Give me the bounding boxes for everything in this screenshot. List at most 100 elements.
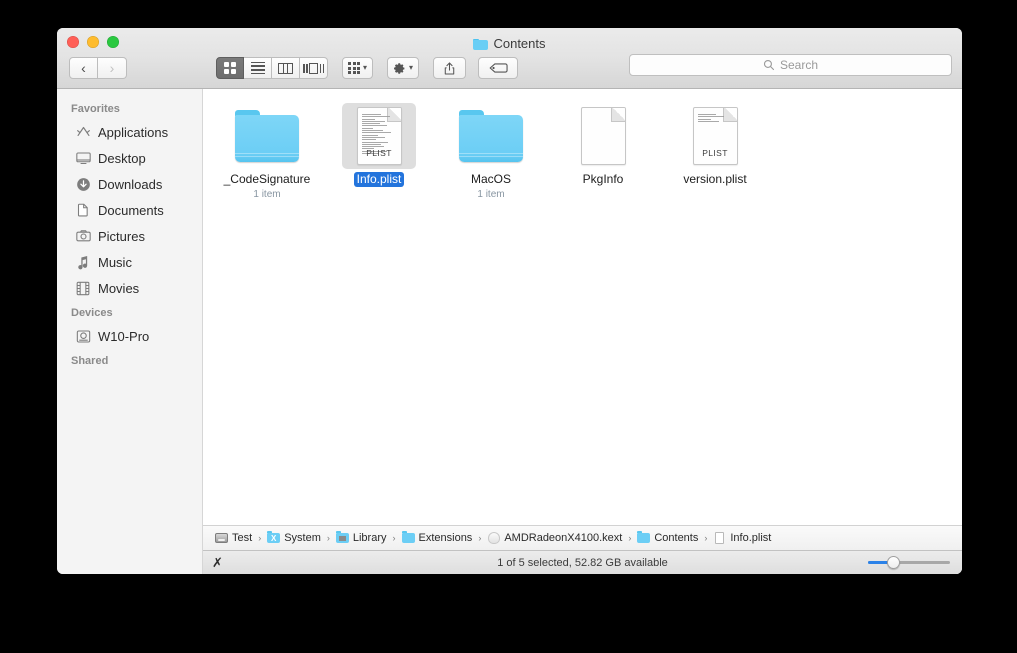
view-mode-buttons [216,57,328,79]
sidebar-item-label: Documents [98,202,164,218]
breadcrumb-separator-icon: › [258,533,262,543]
file-thumbnail[interactable]: PLIST [342,103,416,169]
pictures-icon [75,228,91,244]
breadcrumb-info-plist[interactable]: Info.plist [713,532,771,545]
document-icon [580,107,626,165]
folder-icon [401,531,415,545]
file-name[interactable]: Info.plist [353,172,405,187]
plist-document-icon: PLIST [692,107,738,165]
file-item[interactable]: _CodeSignature 1 item [211,103,323,201]
plist-document-icon: PLIST [356,107,402,165]
sidebar-item-label: Movies [98,280,140,296]
file-name[interactable]: version.plist [680,172,749,187]
search-input[interactable]: Search [780,58,818,72]
share-button[interactable] [433,57,467,79]
breadcrumb-label: Library [352,532,387,544]
maximize-window-button[interactable] [107,36,119,48]
coverflow-view-button[interactable] [300,57,328,79]
sidebar-item-applications[interactable]: Applications [57,119,202,145]
harddisk-icon [75,328,91,344]
harddisk-icon [215,532,228,545]
sidebar-item-label: Music [98,254,132,270]
close-window-button[interactable] [67,36,79,48]
applications-icon [75,124,91,140]
desktop-icon [75,150,91,166]
share-icon [444,61,455,75]
title-folder-icon [473,38,489,50]
tags-button[interactable] [478,57,519,79]
sidebar-item-movies[interactable]: Movies [57,275,202,301]
breadcrumb-library[interactable]: Library [335,531,387,545]
breadcrumb-system[interactable]: X System [267,531,321,545]
window-title: Contents [57,36,962,51]
file-thumbnail[interactable] [454,103,528,169]
grid-icon [224,62,236,74]
list-view-button[interactable] [244,57,272,79]
sidebar-section-shared-header: Shared [71,355,109,367]
breadcrumb-test[interactable]: Test [215,532,252,545]
sidebar-item-documents[interactable]: Documents [57,197,202,223]
path-bar: Test › X System › Library › Extensions › [203,525,962,550]
sidebar: Favorites Applications Desktop Downloads… [57,89,203,574]
minimize-window-button[interactable] [87,36,99,48]
file-icon-grid[interactable]: _CodeSignature 1 item PLIST Info.plist M… [203,89,962,525]
icon-view-button[interactable] [216,57,244,79]
file-kind-badge: PLIST [366,148,392,158]
file-item-selected[interactable]: PLIST Info.plist [323,103,435,201]
library-folder-icon [335,531,349,545]
sidebar-section-devices-header: Devices [71,307,113,319]
sidebar-item-desktop[interactable]: Desktop [57,145,202,171]
sidebar-item-w10-pro[interactable]: W10-Pro [57,323,202,349]
back-button[interactable]: ‹ [69,57,98,79]
movies-icon [75,280,91,296]
breadcrumb-contents[interactable]: Contents [637,531,699,545]
icon-size-slider[interactable] [868,556,950,569]
breadcrumb-label: Contents [654,532,699,544]
chevron-down-icon: ▾ [363,63,368,72]
file-thumbnail[interactable] [230,103,304,169]
breadcrumb-label: AMDRadeonX4100.kext [504,532,623,544]
chevron-down-icon: ▾ [409,63,414,72]
file-name[interactable]: PkgInfo [580,172,627,187]
sidebar-item-downloads[interactable]: Downloads [57,171,202,197]
file-name[interactable]: _CodeSignature [221,172,314,187]
gear-icon [393,62,406,75]
folder-icon [637,531,651,545]
file-item[interactable]: PkgInfo [547,103,659,201]
file-thumbnail[interactable]: PLIST [678,103,752,169]
window-title-text: Contents [493,36,546,51]
toolbar-controls: ‹ › ▾ ▾ Search [57,54,962,82]
file-thumbnail[interactable] [566,103,640,169]
search-field[interactable]: Search [629,54,952,76]
list-icon [250,61,265,75]
forward-button[interactable]: › [98,57,127,79]
file-name[interactable]: MacOS [468,172,514,187]
search-icon [763,59,775,71]
folder-icon [459,110,523,162]
arrange-button[interactable]: ▾ [342,57,374,79]
status-bar: ✗ 1 of 5 selected, 52.82 GB available [203,550,962,574]
back-chevron-icon: ‹ [81,60,86,76]
sidebar-item-music[interactable]: Music [57,249,202,275]
breadcrumb-separator-icon: › [392,533,396,543]
column-view-button[interactable] [272,57,300,79]
download-arrow-icon [76,177,90,191]
documents-icon [75,202,91,218]
status-text: 1 of 5 selected, 52.82 GB available [497,556,668,569]
finder-window: Contents ‹ › ▾ ▾ Search Favorites Applic… [57,28,962,574]
file-kind-badge: PLIST [702,148,728,158]
sidebar-item-label: W10-Pro [98,328,150,344]
sidebar-item-pictures[interactable]: Pictures [57,223,202,249]
coverflow-icon [303,62,324,74]
breadcrumb-separator-icon: › [478,533,482,543]
breadcrumb-kext[interactable]: AMDRadeonX4100.kext [487,532,622,545]
action-menu-button[interactable]: ▾ [387,57,420,79]
file-item[interactable]: MacOS 1 item [435,103,547,201]
sidebar-item-label: Pictures [98,228,145,244]
file-item[interactable]: PLIST version.plist [659,103,771,201]
slider-knob[interactable] [887,556,900,569]
arrange-grid-icon [348,62,360,74]
breadcrumb-extensions[interactable]: Extensions [401,531,472,545]
sidebar-item-label: Desktop [98,150,146,166]
sidebar-item-label: Applications [98,124,169,140]
